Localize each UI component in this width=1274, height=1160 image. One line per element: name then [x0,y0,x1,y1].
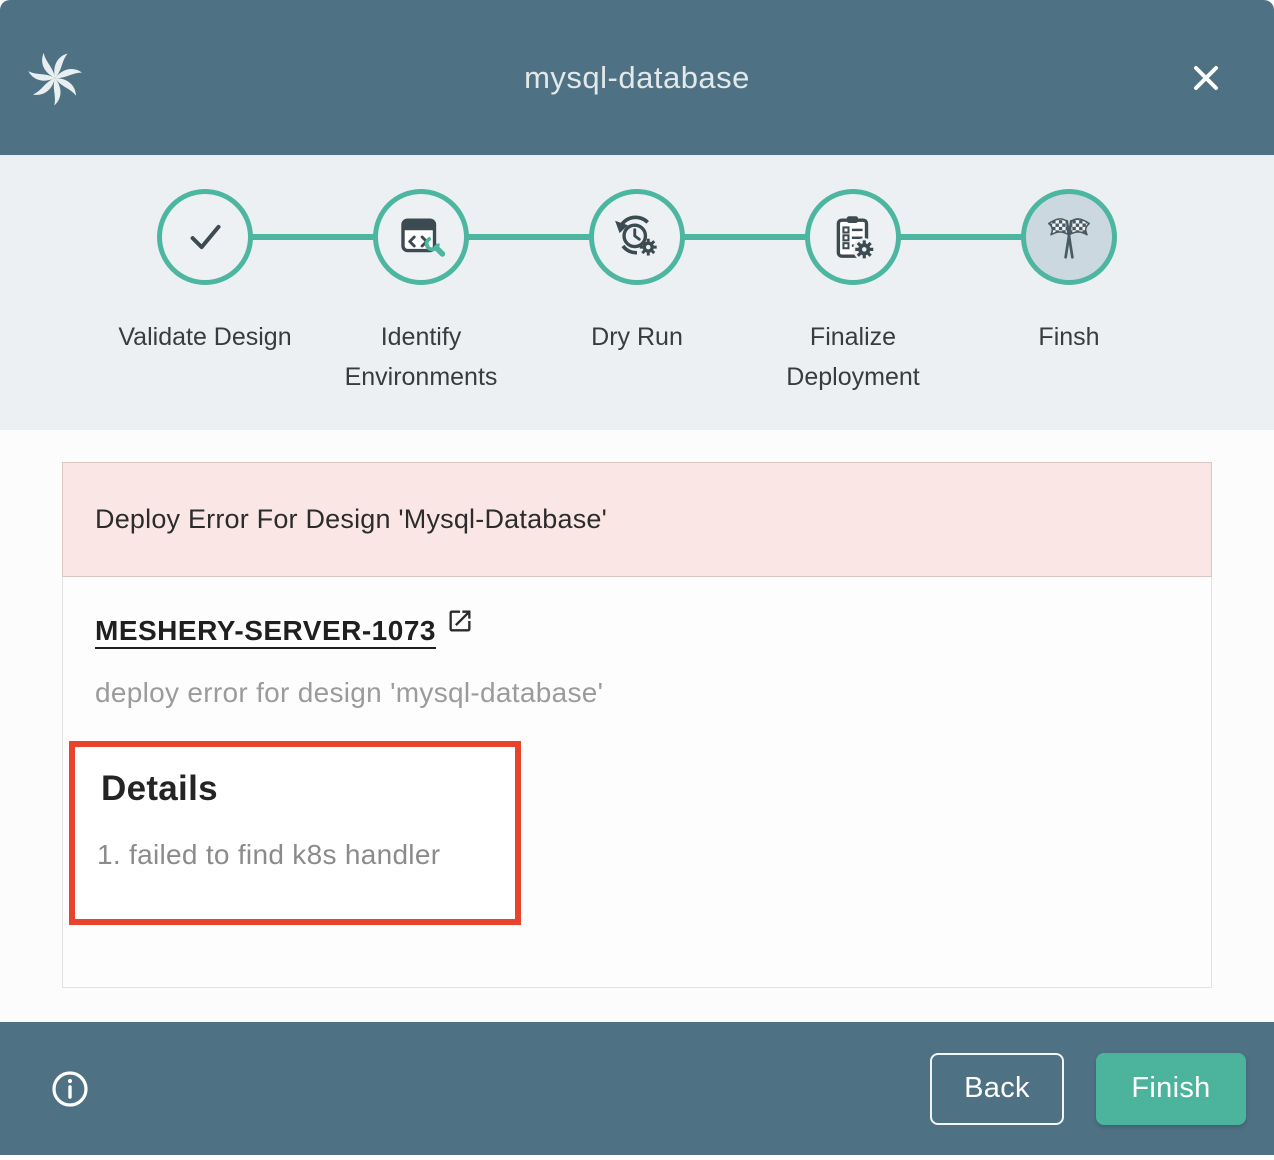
details-list: failed to find k8s handler [101,839,489,871]
step-label: Dry Run [591,317,683,357]
step-label: Finalize Deployment [753,317,953,397]
gear-glyph [640,239,657,256]
details-heading: Details [101,769,489,809]
error-description: deploy error for design 'mysql-database' [95,677,1179,709]
info-button[interactable] [50,1069,90,1109]
error-banner-title: Deploy Error For Design 'Mysql-Database' [95,504,607,535]
details-list-item: failed to find k8s handler [129,839,489,871]
meshery-logo-icon [26,49,84,107]
step-validate-design: Validate Design [97,189,313,397]
deployment-wizard-modal: mysql-database Validate Design [0,0,1274,1155]
modal-header: mysql-database [0,0,1274,155]
step-circle-finalize-deployment[interactable] [805,189,901,285]
clipboard-gear-icon [826,210,880,264]
step-circle-dry-run[interactable] [589,189,685,285]
check-icon [178,210,232,264]
gear-glyph [855,240,873,258]
modal-footer: Back Finish [0,1022,1274,1155]
step-identify-environments: Identify Environments [313,189,529,397]
step-finish: Finsh [961,189,1177,397]
code-wrench-icon [394,210,448,264]
step-finalize-deployment: Finalize Deployment [745,189,961,397]
close-icon [1186,58,1226,98]
close-button[interactable] [1184,56,1228,100]
modal-title: mysql-database [0,60,1274,96]
error-details-box: Details failed to find k8s handler [69,741,521,925]
info-icon [50,1069,90,1109]
back-button[interactable]: Back [930,1053,1064,1125]
step-label: Identify Environments [321,317,521,397]
finish-button[interactable]: Finish [1096,1053,1246,1125]
external-link-icon[interactable] [446,607,474,635]
checkered-flags-icon [1042,210,1096,264]
step-circle-validate-design[interactable] [157,189,253,285]
step-circle-finish[interactable] [1021,189,1117,285]
stepper-section: Validate Design [0,155,1274,430]
step-label: Finsh [1038,317,1099,357]
dry-run-clock-icon [610,210,664,264]
step-circle-identify-environments[interactable] [373,189,469,285]
stepper: Validate Design [97,155,1177,397]
step-dry-run: Dry Run [529,189,745,397]
error-code-link[interactable]: MESHERY-SERVER-1073 [95,615,436,647]
main-content: Deploy Error For Design 'Mysql-Database'… [0,430,1274,1022]
error-banner: Deploy Error For Design 'Mysql-Database' [62,462,1212,577]
error-detail-panel: MESHERY-SERVER-1073 deploy error for des… [62,577,1212,988]
step-label: Validate Design [118,317,291,357]
